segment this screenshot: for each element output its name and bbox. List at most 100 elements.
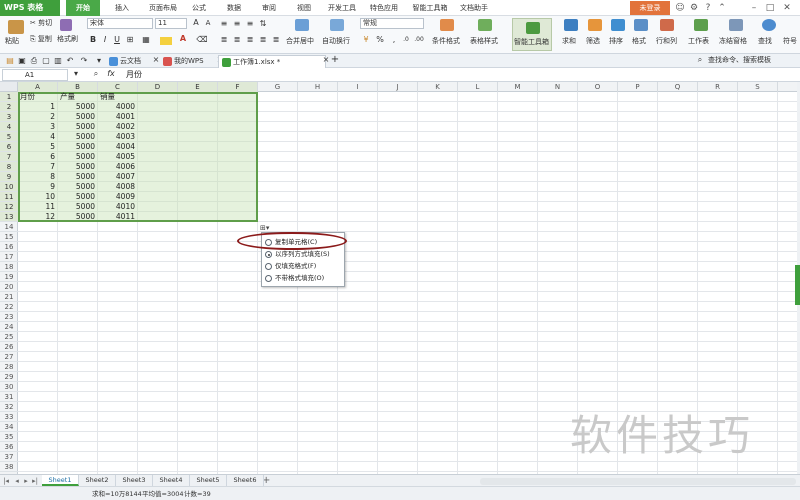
menu-tab-item[interactable]: 插入 bbox=[107, 0, 137, 16]
data-cell[interactable]: 5 bbox=[18, 142, 58, 152]
tab-my-wps[interactable]: 我的WPS bbox=[160, 55, 220, 68]
radio-button[interactable] bbox=[265, 263, 272, 270]
search-command-icon[interactable]: ⌕ bbox=[694, 55, 706, 66]
row-header[interactable]: 38 bbox=[0, 462, 18, 472]
row-header[interactable]: 30 bbox=[0, 382, 18, 392]
find-icon[interactable] bbox=[762, 19, 776, 31]
help-icon[interactable]: ? bbox=[702, 2, 714, 14]
conditional-format-icon[interactable] bbox=[440, 19, 454, 31]
row-header[interactable]: 33 bbox=[0, 412, 18, 422]
data-cell[interactable]: 5000 bbox=[58, 132, 98, 142]
scroll-thumb[interactable] bbox=[795, 265, 800, 305]
text-direction-icon[interactable]: ⇅ bbox=[257, 19, 269, 30]
number-format-select[interactable]: 常规 bbox=[360, 18, 424, 29]
export-pdf-icon[interactable]: ▥ bbox=[52, 56, 64, 67]
autofill-option[interactable]: 不带格式填充(O) bbox=[262, 272, 346, 284]
worksheet-button[interactable]: 工作表 bbox=[688, 37, 709, 46]
menu-tab-item[interactable]: 审阅 bbox=[255, 0, 283, 16]
row-header[interactable]: 15 bbox=[0, 232, 18, 242]
data-cell[interactable]: 4 bbox=[18, 132, 58, 142]
settings-icon[interactable]: ⚙ bbox=[688, 2, 700, 14]
login-button[interactable]: 未登录 bbox=[630, 1, 670, 15]
data-cell[interactable]: 4008 bbox=[98, 182, 138, 192]
new-tab-button[interactable]: + bbox=[329, 55, 341, 66]
data-cell[interactable]: 12 bbox=[18, 212, 58, 222]
data-cell[interactable]: 4005 bbox=[98, 152, 138, 162]
redo-icon[interactable]: ↷ bbox=[78, 56, 90, 67]
symbol-button[interactable]: 符号 bbox=[783, 37, 797, 46]
column-header[interactable]: N bbox=[538, 82, 578, 92]
row-header[interactable]: 8 bbox=[0, 162, 18, 172]
merge-center-icon[interactable] bbox=[295, 19, 309, 31]
select-all-corner[interactable] bbox=[0, 82, 18, 92]
name-box-dropdown-icon[interactable]: ▾ bbox=[70, 69, 82, 80]
increase-font-icon[interactable]: A bbox=[190, 18, 202, 29]
align-left-icon[interactable]: ≣ bbox=[218, 35, 230, 46]
sum-icon[interactable] bbox=[564, 19, 578, 31]
row-header[interactable]: 29 bbox=[0, 372, 18, 382]
row-header[interactable]: 13 bbox=[0, 212, 18, 222]
column-header[interactable]: B bbox=[58, 82, 98, 92]
align-top-icon[interactable]: ≡ bbox=[218, 19, 230, 30]
formula-input[interactable]: 月份 bbox=[126, 69, 796, 81]
data-cell[interactable]: 4010 bbox=[98, 202, 138, 212]
menu-tab-item[interactable]: 页面布局 bbox=[143, 0, 183, 16]
filter-icon[interactable] bbox=[588, 19, 602, 31]
clear-format-icon[interactable]: ⌫ bbox=[196, 35, 208, 46]
prev-sheet-icon[interactable]: ◂ bbox=[13, 476, 21, 486]
row-header[interactable]: 17 bbox=[0, 252, 18, 262]
decrease-decimal-icon[interactable]: .00 bbox=[413, 35, 425, 46]
row-header[interactable]: 22 bbox=[0, 302, 18, 312]
row-header[interactable]: 2 bbox=[0, 102, 18, 112]
row-header[interactable]: 11 bbox=[0, 192, 18, 202]
column-header[interactable]: D bbox=[138, 82, 178, 92]
align-middle-icon[interactable]: ≡ bbox=[231, 19, 243, 30]
autofill-options-icon[interactable]: ⊞▾ bbox=[260, 224, 274, 232]
sheet-tab[interactable]: Sheet6 bbox=[227, 475, 264, 486]
row-header[interactable]: 7 bbox=[0, 152, 18, 162]
row-header[interactable]: 18 bbox=[0, 262, 18, 272]
header-cell[interactable]: 销量 bbox=[98, 92, 138, 102]
radio-button[interactable] bbox=[265, 275, 272, 282]
maximize-icon[interactable]: □ bbox=[764, 2, 776, 14]
row-header[interactable]: 24 bbox=[0, 322, 18, 332]
data-cell[interactable]: 4000 bbox=[98, 102, 138, 112]
data-cell[interactable]: 4006 bbox=[98, 162, 138, 172]
copy-button[interactable]: ⎘ 复制 bbox=[30, 35, 52, 44]
font-name-select[interactable]: 宋体 bbox=[87, 18, 153, 29]
radio-button[interactable] bbox=[265, 251, 272, 258]
currency-icon[interactable]: ¥ bbox=[360, 35, 372, 46]
column-header[interactable]: Q bbox=[658, 82, 698, 92]
search-command-input[interactable]: 查找命令、搜索模板 bbox=[708, 56, 771, 65]
sheet-tab[interactable]: Sheet4 bbox=[153, 475, 190, 486]
sort-icon[interactable] bbox=[611, 19, 625, 31]
format-button[interactable]: 格式 bbox=[632, 37, 646, 46]
data-cell[interactable]: 5000 bbox=[58, 152, 98, 162]
column-header[interactable]: G bbox=[258, 82, 298, 92]
fill-color-icon[interactable] bbox=[160, 37, 172, 45]
first-sheet-icon[interactable]: |◂ bbox=[2, 476, 10, 486]
print-icon[interactable]: ⎙ bbox=[28, 56, 40, 67]
name-box[interactable]: A1 bbox=[2, 69, 68, 81]
data-cell[interactable]: 10 bbox=[18, 192, 58, 202]
column-header[interactable]: I bbox=[338, 82, 378, 92]
menu-tab-item[interactable]: 特色应用 bbox=[365, 0, 403, 16]
column-header[interactable]: O bbox=[578, 82, 618, 92]
sheet-tab[interactable]: Sheet3 bbox=[116, 475, 153, 486]
row-header[interactable]: 12 bbox=[0, 202, 18, 212]
underline-button[interactable]: U bbox=[111, 35, 123, 46]
row-header[interactable]: 37 bbox=[0, 452, 18, 462]
autofill-option[interactable]: 仅填充格式(F) bbox=[262, 260, 346, 272]
data-cell[interactable]: 5000 bbox=[58, 212, 98, 222]
header-cell[interactable]: 月份 bbox=[18, 92, 58, 102]
data-cell[interactable]: 6 bbox=[18, 152, 58, 162]
row-header[interactable]: 14 bbox=[0, 222, 18, 232]
row-header[interactable]: 28 bbox=[0, 362, 18, 372]
print-preview-icon[interactable]: ▢ bbox=[40, 56, 52, 67]
tab-workbook[interactable]: 工作簿1.xlsx * bbox=[218, 55, 326, 68]
row-header[interactable]: 16 bbox=[0, 242, 18, 252]
column-header[interactable]: R bbox=[698, 82, 738, 92]
menu-tab-item[interactable]: 开始 bbox=[66, 0, 100, 16]
row-column-icon[interactable] bbox=[660, 19, 674, 31]
row-header[interactable]: 1 bbox=[0, 92, 18, 102]
